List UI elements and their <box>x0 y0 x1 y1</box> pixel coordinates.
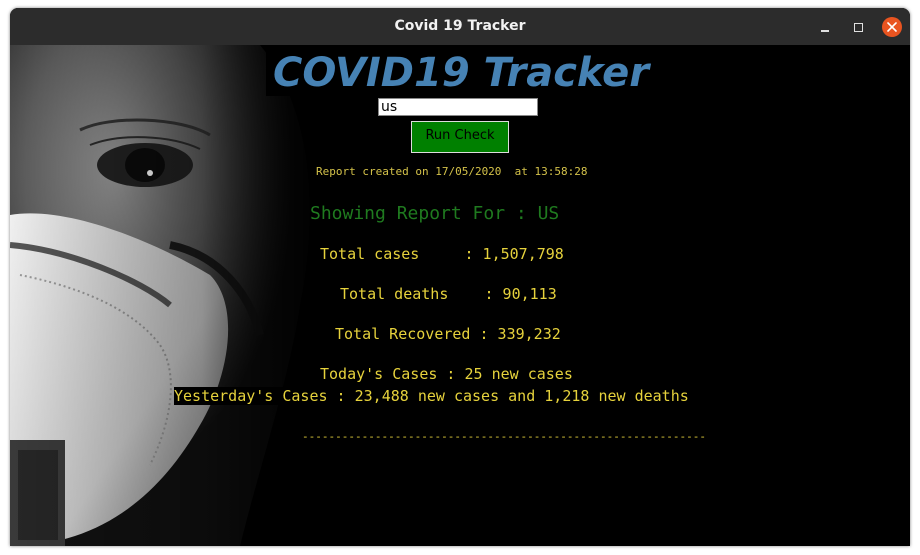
total-deaths-line: Total deaths : 90,113 <box>340 285 557 303</box>
total-cases-line: Total cases : 1,507,798 <box>320 245 564 263</box>
window-title: Covid 19 Tracker <box>394 18 526 34</box>
report-country-heading: Showing Report For : US <box>310 203 560 224</box>
total-recovered-line: Total Recovered : 339,232 <box>335 325 561 343</box>
maximize-icon <box>854 23 863 32</box>
tracker-panel: COVID19 Tracker Run Check Report created… <box>10 45 910 546</box>
country-search-input[interactable] <box>378 98 538 116</box>
run-check-button[interactable]: Run Check <box>410 120 510 154</box>
title-bar: Covid 19 Tracker <box>10 8 910 46</box>
report-timestamp: Report created on 17/05/2020 at 13:58:28 <box>316 165 588 178</box>
minimize-button[interactable] <box>815 17 835 37</box>
minimize-icon <box>821 30 829 32</box>
close-button[interactable] <box>882 17 902 37</box>
close-icon <box>887 22 897 32</box>
app-heading: COVID19 Tracker <box>266 50 656 96</box>
background-photo <box>10 45 330 546</box>
maximize-button[interactable] <box>848 17 868 37</box>
separator-line: ----------------------------------------… <box>302 430 706 443</box>
app-window: Covid 19 Tracker COVID19 Tracker us Run … <box>10 8 910 546</box>
yesterdays-cases-line: Yesterday's Cases : 23,488 new cases and… <box>174 387 689 405</box>
todays-cases-line: Today's Cases : 25 new cases <box>320 365 573 383</box>
